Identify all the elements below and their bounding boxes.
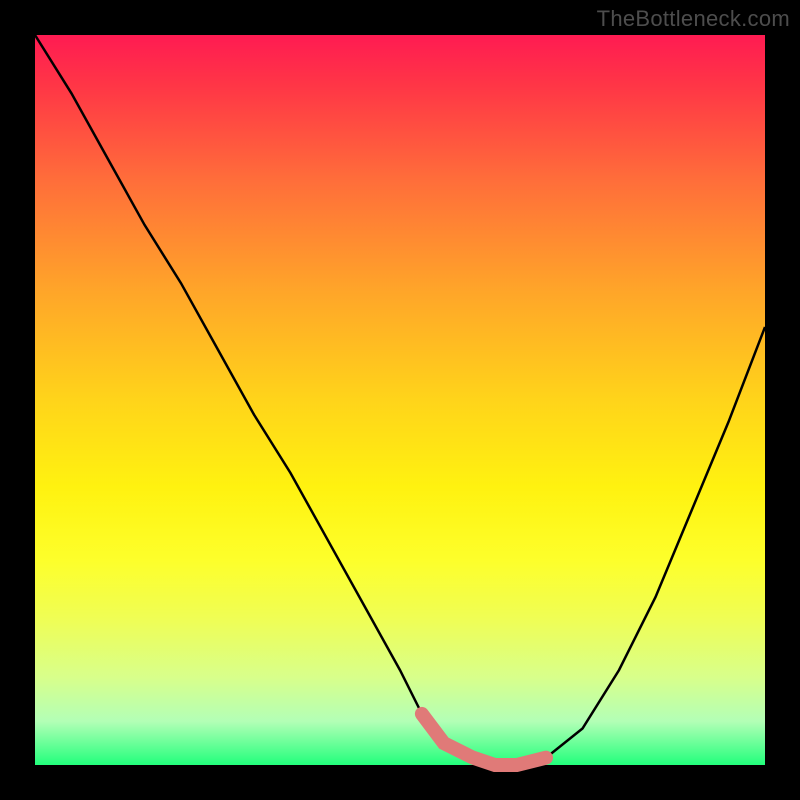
watermark-text: TheBottleneck.com	[597, 6, 790, 32]
chart-frame: TheBottleneck.com	[0, 0, 800, 800]
plot-background-gradient	[35, 35, 765, 765]
